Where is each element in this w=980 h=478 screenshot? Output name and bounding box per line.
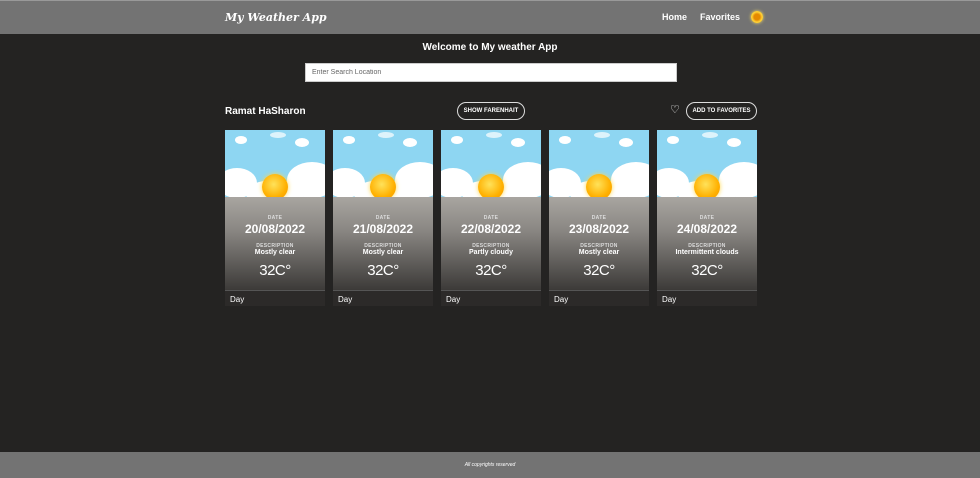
forecast-date: 21/08/2022 (352, 222, 414, 236)
forecast-description: Mostly clear (362, 249, 404, 256)
forecast-temp: 32C° (475, 262, 507, 279)
weather-image (549, 130, 649, 197)
sun-icon (694, 174, 720, 197)
sun-icon (370, 174, 396, 197)
date-label: DATE (375, 215, 391, 221)
forecast-period: Day (441, 290, 541, 306)
show-fahrenheit-button[interactable]: SHOW FARENHAIT (457, 102, 525, 120)
city-name: Ramat HaSharon (225, 106, 306, 117)
forecast-temp: 32C° (691, 262, 723, 279)
forecast-period: Day (333, 290, 433, 306)
search-input[interactable] (305, 63, 677, 82)
forecast-card: DATE 24/08/2022 DESCRIPTION Intermittent… (657, 130, 757, 306)
forecast-date: 22/08/2022 (460, 222, 522, 236)
sun-icon (478, 174, 504, 197)
forecast-temp: 32C° (259, 262, 291, 279)
forecast-period: Day (657, 290, 757, 306)
weather-image (333, 130, 433, 197)
forecast-temp: 32C° (583, 262, 615, 279)
forecast-period: Day (225, 290, 325, 306)
weather-image (441, 130, 541, 197)
forecast-description: Intermittent clouds (675, 249, 739, 256)
app-logo[interactable]: My Weather App (225, 11, 327, 24)
forecast-card: DATE 20/08/2022 DESCRIPTION Mostly clear… (225, 130, 325, 306)
forecast-date: 23/08/2022 (568, 222, 630, 236)
page-title: Welcome to My weather App (422, 42, 558, 53)
date-label: DATE (483, 215, 499, 221)
date-label: DATE (267, 215, 283, 221)
forecast-description: Partly cloudy (469, 249, 513, 256)
forecast-date: 24/08/2022 (676, 222, 738, 236)
forecast-date: 20/08/2022 (244, 222, 306, 236)
forecast-card: DATE 22/08/2022 DESCRIPTION Partly cloud… (441, 130, 541, 306)
date-label: DATE (699, 215, 715, 221)
forecast-description: Mostly clear (254, 249, 296, 256)
weather-image (657, 130, 757, 197)
heart-icon[interactable]: ♡ (670, 105, 680, 116)
nav-home[interactable]: Home (662, 12, 687, 22)
sun-icon (262, 174, 288, 197)
weather-image (225, 130, 325, 197)
footer: All copyrights reserved (0, 452, 980, 478)
forecast-card: DATE 23/08/2022 DESCRIPTION Mostly clear… (549, 130, 649, 306)
copyright-text: All copyrights reserved (464, 462, 516, 468)
forecast-temp: 32C° (367, 262, 399, 279)
add-to-favorites-button[interactable]: ADD TO FAVORITES (686, 102, 757, 120)
forecast-period: Day (549, 290, 649, 306)
top-navbar: My Weather App Home Favorites (0, 0, 980, 34)
sun-icon[interactable] (751, 11, 763, 23)
forecast-description: Mostly clear (578, 249, 620, 256)
sun-icon (586, 174, 612, 197)
nav-favorites[interactable]: Favorites (700, 12, 740, 22)
forecast-card: DATE 21/08/2022 DESCRIPTION Mostly clear… (333, 130, 433, 306)
date-label: DATE (591, 215, 607, 221)
